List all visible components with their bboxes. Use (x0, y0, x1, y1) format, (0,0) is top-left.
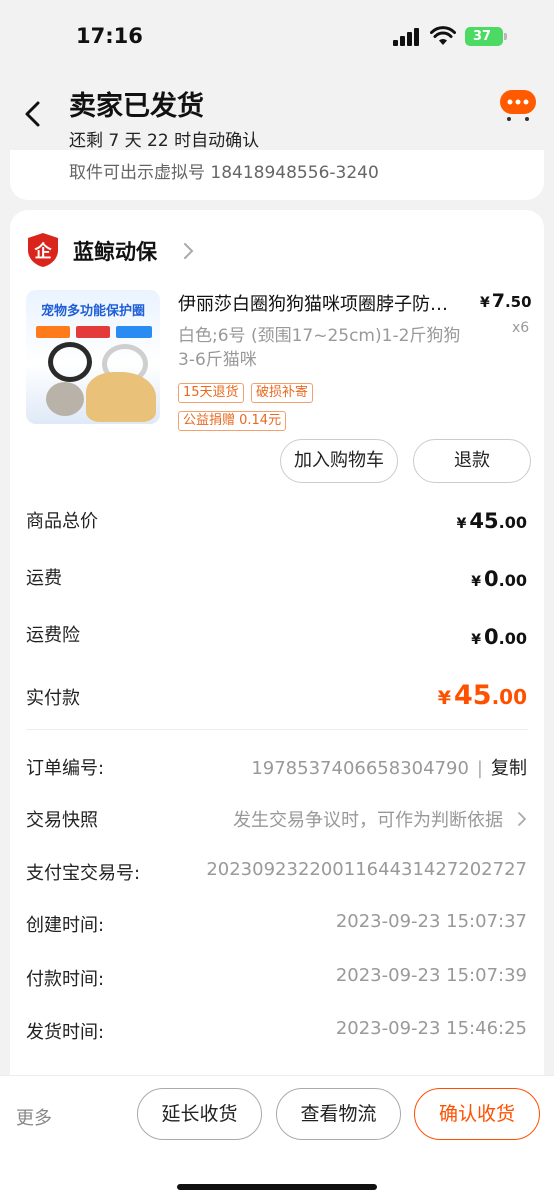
snapshot-link[interactable]: 发生交易争议时，可作为判断依据 (233, 806, 527, 832)
created-time-value: 2023-09-23 15:07:37 (335, 911, 527, 932)
confirm-receipt-button[interactable]: 确认收货 (414, 1088, 540, 1140)
dog-shape (86, 372, 156, 422)
logistics-card: 取件可出示虚拟号 18418948556-3240 (10, 150, 544, 200)
more-button[interactable]: 更多 (16, 1104, 52, 1130)
extend-receipt-button[interactable]: 延长收货 (137, 1088, 262, 1140)
subtotal-amount: ¥45.00 (456, 509, 527, 533)
view-logistics-button[interactable]: 查看物流 (276, 1088, 401, 1140)
product-image[interactable]: 宠物多功能保护圈 (26, 290, 160, 424)
message-bubble-icon[interactable] (498, 88, 538, 122)
snapshot-label[interactable]: 交易快照 (26, 806, 98, 832)
divider (26, 729, 528, 730)
home-indicator (177, 1184, 377, 1190)
product-quantity: x6 (512, 320, 530, 336)
chevron-right-icon (518, 812, 527, 826)
alipay-number-label: 支付宝交易号: (26, 863, 141, 884)
pickup-virtual-number: 取件可出示虚拟号 18418948556-3240 (69, 163, 379, 183)
bottom-action-bar: 更多 延长收货 查看物流 确认收货 (0, 1075, 554, 1200)
product-image-banner: 宠物多功能保护圈 (40, 304, 145, 319)
battery-nub (504, 33, 507, 40)
paid-amount: ¥45.00 (437, 680, 527, 711)
svg-text:企: 企 (34, 241, 53, 262)
paid-time-label: 付款时间: (26, 969, 105, 990)
refund-button[interactable]: 退款 (413, 439, 531, 483)
paid-time-value: 2023-09-23 15:07:39 (335, 965, 527, 986)
cat-shape (46, 382, 84, 416)
collar-shape (48, 342, 92, 382)
created-time-label: 创建时间: (26, 915, 105, 936)
order-number-label: 订单编号: (26, 758, 105, 779)
subtotal-label: 商品总价 (26, 511, 98, 532)
order-card: 企 蓝鲸动保 宠物多功能保护圈 伊丽莎白圈狗狗猫咪项圈脖子防咬防舔 ¥7.50 … (10, 210, 544, 1080)
add-to-cart-button[interactable]: 加入购物车 (280, 439, 398, 483)
status-bar: 17:16 37 (0, 0, 554, 70)
copy-order-number-button[interactable]: 复制 (491, 758, 527, 779)
charity-tag: 公益捐赠 0.14元 (178, 411, 287, 431)
shipping-insurance-label: 运费险 (26, 625, 80, 646)
shipped-time-value: 2023-09-23 15:46:25 (335, 1018, 527, 1039)
shipped-time-label: 发货时间: (26, 1022, 105, 1043)
battery-level: 37 (472, 29, 492, 44)
return-policy-tag: 15天退货 (178, 383, 244, 403)
status-time: 17:16 (76, 24, 143, 48)
order-number-value: 1978537406658304790 | 复制 (251, 758, 527, 779)
page-title: 卖家已发货 (69, 91, 204, 122)
shipping-insurance-amount: ¥0.00 (471, 625, 527, 649)
wifi-icon (430, 26, 456, 45)
cellular-signal-icon (393, 28, 421, 46)
shop-link[interactable]: 企 蓝鲸动保 (26, 230, 326, 270)
paid-label: 实付款 (26, 688, 80, 709)
shipping-label: 运费 (26, 568, 62, 589)
shop-name: 蓝鲸动保 (73, 240, 157, 264)
damage-resend-tag: 破损补寄 (251, 383, 314, 403)
product-price: ¥7.50 (480, 290, 532, 312)
shipping-amount: ¥0.00 (471, 567, 527, 591)
back-button[interactable] (18, 96, 48, 132)
chevron-right-icon (184, 243, 194, 259)
product-title[interactable]: 伊丽莎白圈狗狗猫咪项圈脖子防咬防舔 (178, 290, 463, 316)
product-spec: 白色;6号 (颈围17~25cm)1-2斤狗狗 3-6斤猫咪 (178, 326, 461, 370)
enterprise-shield-icon: 企 (28, 233, 58, 267)
product-image-tags (36, 326, 154, 338)
page-subtitle: 还剩 7 天 22 时自动确认 (69, 131, 260, 151)
alipay-number-value: 2023092322001164431427202727 (206, 859, 527, 880)
battery-icon: 37 (465, 27, 503, 46)
